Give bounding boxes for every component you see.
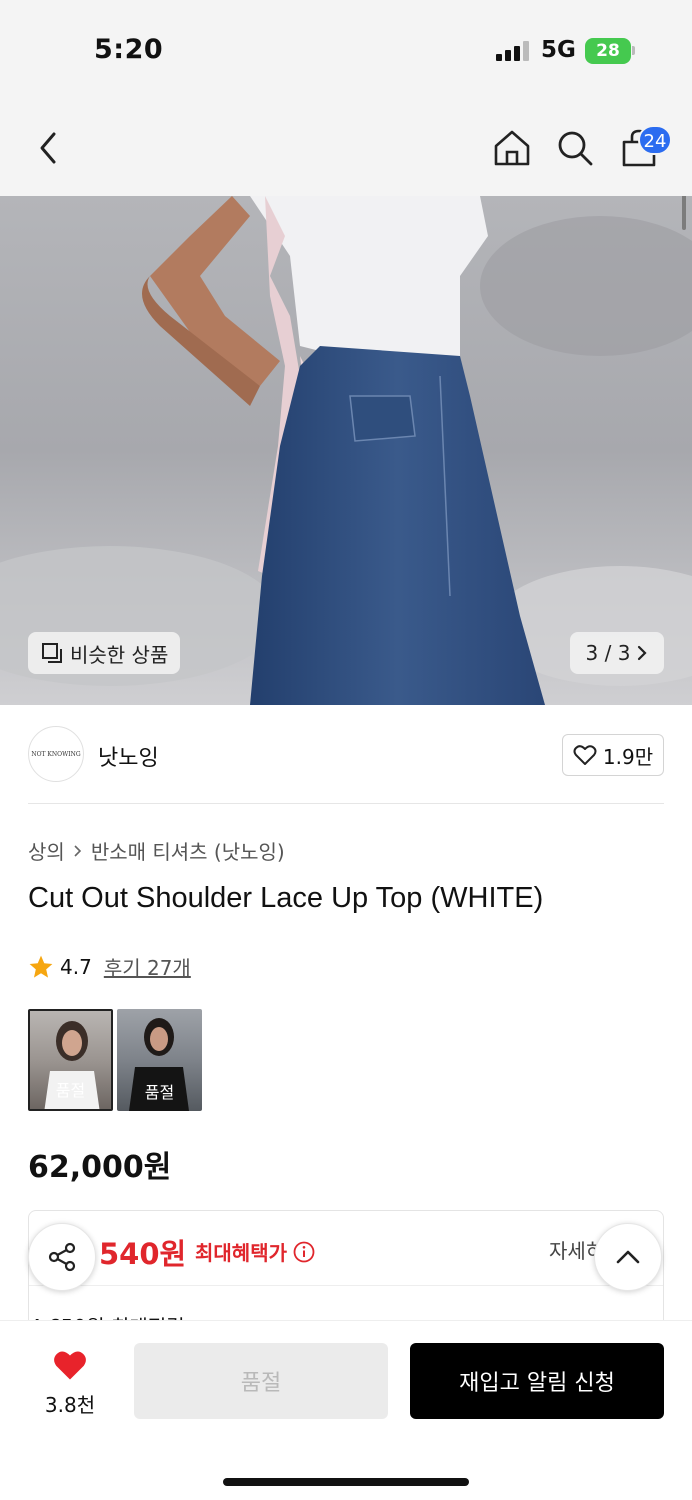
product-photo	[0, 196, 692, 705]
battery-icon: 28	[585, 38, 631, 64]
share-icon	[48, 1242, 76, 1272]
chevron-right-icon	[638, 645, 648, 661]
brand-logo[interactable]: NOT KNOWING	[28, 726, 84, 782]
home-indicator	[223, 1478, 469, 1486]
wishlist-count: 3.8천	[44, 1393, 96, 1417]
similar-products-button[interactable]: 비슷한 상품	[28, 632, 181, 674]
heart-filled-icon	[54, 1351, 86, 1380]
max-benefit-label-text: 최대혜택가	[195, 1241, 287, 1265]
variant-thumb-black[interactable]: 품절	[117, 1009, 202, 1111]
brand-logo-text: NOT KNOWING	[31, 750, 81, 758]
variant-thumbnails: 품절 품절	[28, 1009, 202, 1111]
max-benefit-label: 최대혜택가	[195, 1237, 315, 1266]
chevron-left-icon	[40, 132, 56, 164]
top-nav	[0, 100, 692, 196]
rating-row: 4.7 후기 27개	[28, 952, 191, 981]
status-time: 5:20	[94, 34, 164, 65]
page-scroll-indicator	[682, 196, 686, 230]
breadcrumb-subcategory[interactable]: 반소매 티셔츠 (낫노잉)	[91, 836, 285, 865]
max-benefit-price: 540원	[99, 1237, 187, 1271]
back-button[interactable]	[24, 122, 72, 174]
copy-icon	[42, 643, 62, 663]
brand-like-count: 1.9만	[602, 744, 654, 769]
product-title: Cut Out Shoulder Lace Up Top (WHITE)	[28, 882, 544, 914]
status-bar: 5:20 5G 28	[0, 0, 692, 100]
wishlist-button[interactable]: 3.8천	[30, 1349, 110, 1418]
breadcrumb-category[interactable]: 상의	[28, 836, 65, 865]
divider	[29, 1285, 663, 1286]
brand-name[interactable]: 낫노잉	[98, 740, 159, 772]
battery-level: 28	[596, 41, 620, 61]
battery-tip	[632, 46, 635, 55]
similar-products-label: 비슷한 상품	[70, 642, 169, 667]
product-price: 62,000원	[28, 1150, 172, 1185]
reviews-link[interactable]: 후기 27개	[104, 952, 191, 981]
variant-soldout-label: 품절	[55, 1081, 86, 1100]
brand-row[interactable]: NOT KNOWING 낫노잉 1.9만	[28, 726, 664, 804]
variant-thumb-white[interactable]: 품절	[28, 1009, 113, 1111]
chevron-up-icon	[616, 1250, 640, 1264]
info-icon[interactable]	[293, 1241, 315, 1263]
cart-count-badge: 24	[638, 125, 672, 155]
product-image-carousel[interactable]: 비슷한 상품 3 / 3	[0, 196, 692, 705]
brand-like-button[interactable]: 1.9만	[562, 734, 664, 776]
soldout-button[interactable]: 품절	[134, 1343, 388, 1419]
image-counter[interactable]: 3 / 3	[570, 632, 664, 674]
image-counter-text: 3 / 3	[585, 641, 631, 665]
search-icon	[558, 131, 593, 166]
network-label: 5G	[541, 37, 576, 63]
scroll-to-top-button[interactable]	[594, 1223, 662, 1291]
signal-icon	[496, 41, 530, 61]
restock-alert-button[interactable]: 재입고 알림 신청	[410, 1343, 664, 1419]
star-icon	[29, 955, 53, 978]
heart-outline-icon	[573, 745, 597, 765]
share-button[interactable]	[28, 1223, 96, 1291]
home-icon	[494, 130, 530, 166]
variant-soldout-label: 품절	[144, 1083, 175, 1102]
breadcrumb: 상의 반소매 티셔츠 (낫노잉)	[28, 836, 285, 865]
home-button[interactable]	[488, 122, 536, 174]
search-button[interactable]	[551, 122, 599, 174]
rating-value: 4.7	[60, 954, 92, 979]
chevron-right-icon	[74, 844, 81, 857]
bottom-action-bar: 3.8천 품절 재입고 알림 신청	[0, 1320, 692, 1500]
